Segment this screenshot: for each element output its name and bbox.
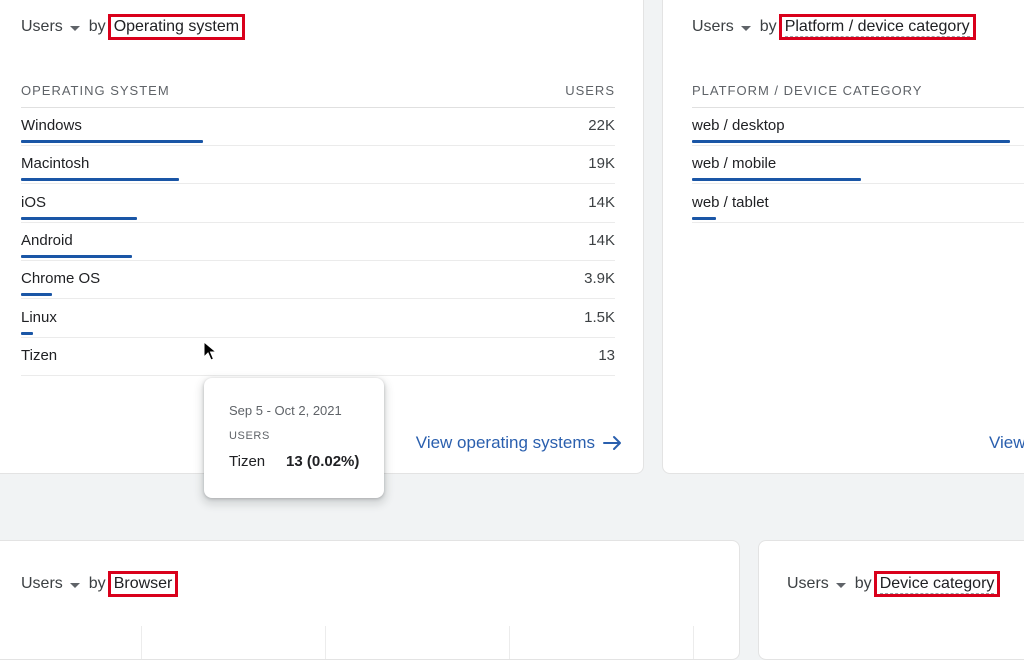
table-row[interactable]: iOS 14K: [21, 185, 615, 223]
dimension-label: Platform / device category: [784, 18, 970, 37]
metric-label: Users: [21, 18, 63, 35]
mouse-pointer-icon: [203, 341, 217, 361]
dimension-selector[interactable]: Device category: [873, 571, 1001, 597]
row-bar: [21, 178, 179, 182]
by-label: by: [88, 18, 106, 35]
browser-card: Users by Browser: [0, 540, 740, 660]
row-label: web / desktop: [692, 117, 785, 134]
metric-label: Users: [787, 575, 829, 592]
metric-selector[interactable]: Users: [21, 575, 80, 593]
arrow-right-icon: [603, 436, 621, 450]
dimension-selector[interactable]: Operating system: [107, 14, 246, 40]
table-row[interactable]: Macintosh 19K: [21, 146, 615, 185]
browser-card-title: Users by Browser: [21, 571, 179, 597]
row-bar: [21, 216, 137, 220]
row-value: 14K: [588, 193, 615, 211]
chart-gridline: [509, 626, 510, 659]
row-value: 13: [598, 346, 615, 364]
tooltip-row-name: Tizen: [229, 453, 266, 470]
row-value: 14K: [588, 231, 615, 249]
platform-card: Users by Platform / device category PLAT…: [662, 0, 1024, 474]
row-label: Linux: [21, 308, 57, 326]
row-bar: [21, 331, 33, 335]
caret-down-icon: [740, 25, 751, 31]
dimension-selector[interactable]: Platform / device category: [778, 14, 976, 40]
caret-down-icon: [69, 25, 80, 31]
by-label: by: [854, 575, 872, 592]
table-row[interactable]: web / mobile: [692, 146, 1024, 185]
table-row[interactable]: Linux 1.5K: [21, 300, 615, 338]
col-header-dimension: PLATFORM / DEVICE CATEGORY: [692, 83, 923, 98]
row-value: 1.5K: [584, 308, 615, 326]
table-row[interactable]: Tizen 13: [21, 338, 615, 376]
table-row[interactable]: Windows 22K: [21, 108, 615, 146]
row-bar: [21, 140, 203, 143]
row-label: Windows: [21, 117, 82, 134]
chart-gridline: [693, 626, 694, 659]
row-label: iOS: [21, 193, 47, 211]
row-bar: [692, 140, 1010, 143]
platform-card-title: Users by Platform / device category: [692, 14, 976, 40]
device-card-title: Users by Device category: [787, 571, 1001, 597]
table-row[interactable]: web / tablet: [692, 185, 1024, 223]
row-label: web / tablet: [692, 193, 769, 211]
row-label: Chrome OS: [21, 270, 101, 288]
view-platform-link[interactable]: View: [989, 433, 1024, 453]
table-row[interactable]: Android 14K: [21, 223, 615, 261]
row-label: Tizen: [21, 346, 58, 364]
dimension-selector[interactable]: Browser: [107, 571, 179, 597]
dimension-label: Operating system: [113, 18, 240, 35]
metric-label: Users: [21, 575, 63, 592]
row-value: 19K: [588, 155, 615, 173]
tooltip-metric: USERS: [229, 430, 270, 442]
col-header-metric: USERS: [565, 83, 615, 98]
hover-tooltip: Sep 5 - Oct 2, 2021 USERS Tizen 13 (0.02…: [204, 378, 384, 498]
dimension-label: Device category: [879, 575, 995, 594]
by-label: by: [88, 575, 106, 592]
view-operating-systems-link[interactable]: View operating systems: [416, 433, 623, 453]
table-row[interactable]: Chrome OS 3.9K: [21, 261, 615, 300]
device-card: Users by Device category: [758, 540, 1024, 660]
row-bar: [21, 293, 52, 297]
tooltip-date-range: Sep 5 - Oct 2, 2021: [229, 403, 342, 418]
row-value: 22K: [588, 117, 615, 134]
row-bar: [692, 178, 861, 182]
row-label: Macintosh: [21, 155, 90, 173]
metric-selector[interactable]: Users: [692, 18, 751, 36]
tooltip-row-value: 13 (0.02%): [286, 453, 360, 470]
by-label: by: [759, 18, 777, 35]
metric-label: Users: [692, 18, 734, 35]
chart-gridline: [325, 626, 326, 659]
os-card-title: Users by Operating system: [21, 14, 246, 40]
metric-selector[interactable]: Users: [21, 18, 80, 36]
row-bar: [692, 216, 716, 220]
view-link-label: View: [989, 433, 1024, 452]
col-header-dimension: OPERATING SYSTEM: [21, 83, 170, 98]
view-link-label: View operating systems: [415, 433, 595, 452]
row-label: web / mobile: [692, 155, 777, 173]
caret-down-icon: [69, 582, 80, 588]
metric-selector[interactable]: Users: [787, 575, 846, 593]
dimension-label: Browser: [113, 575, 173, 592]
row-value: 3.9K: [584, 270, 615, 288]
table-row[interactable]: web / desktop: [692, 108, 1024, 146]
row-label: Android: [21, 231, 73, 249]
caret-down-icon: [835, 582, 846, 588]
row-bar: [21, 254, 132, 258]
chart-gridline: [141, 626, 142, 659]
